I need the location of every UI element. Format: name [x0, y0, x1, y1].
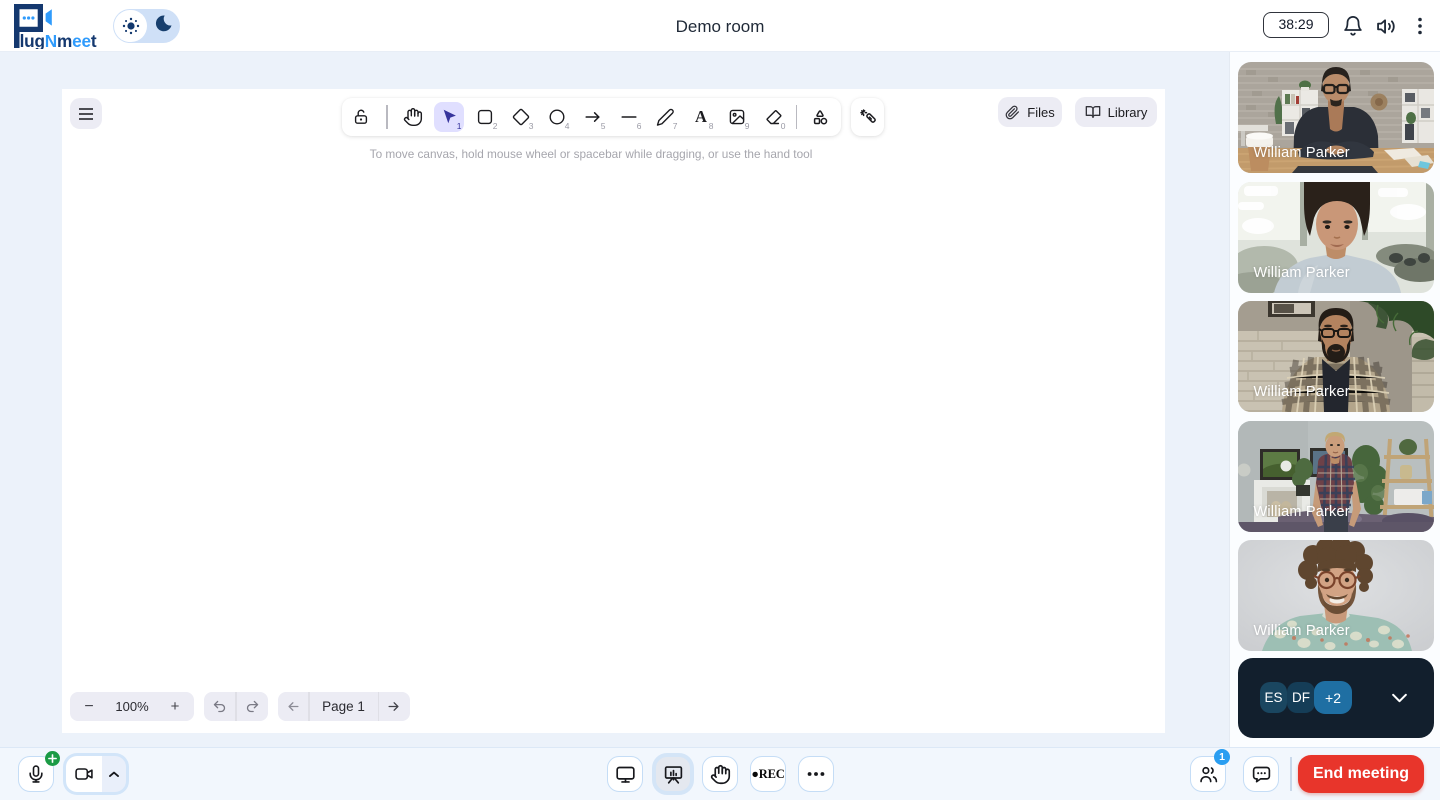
svg-text:A: A — [695, 107, 707, 126]
